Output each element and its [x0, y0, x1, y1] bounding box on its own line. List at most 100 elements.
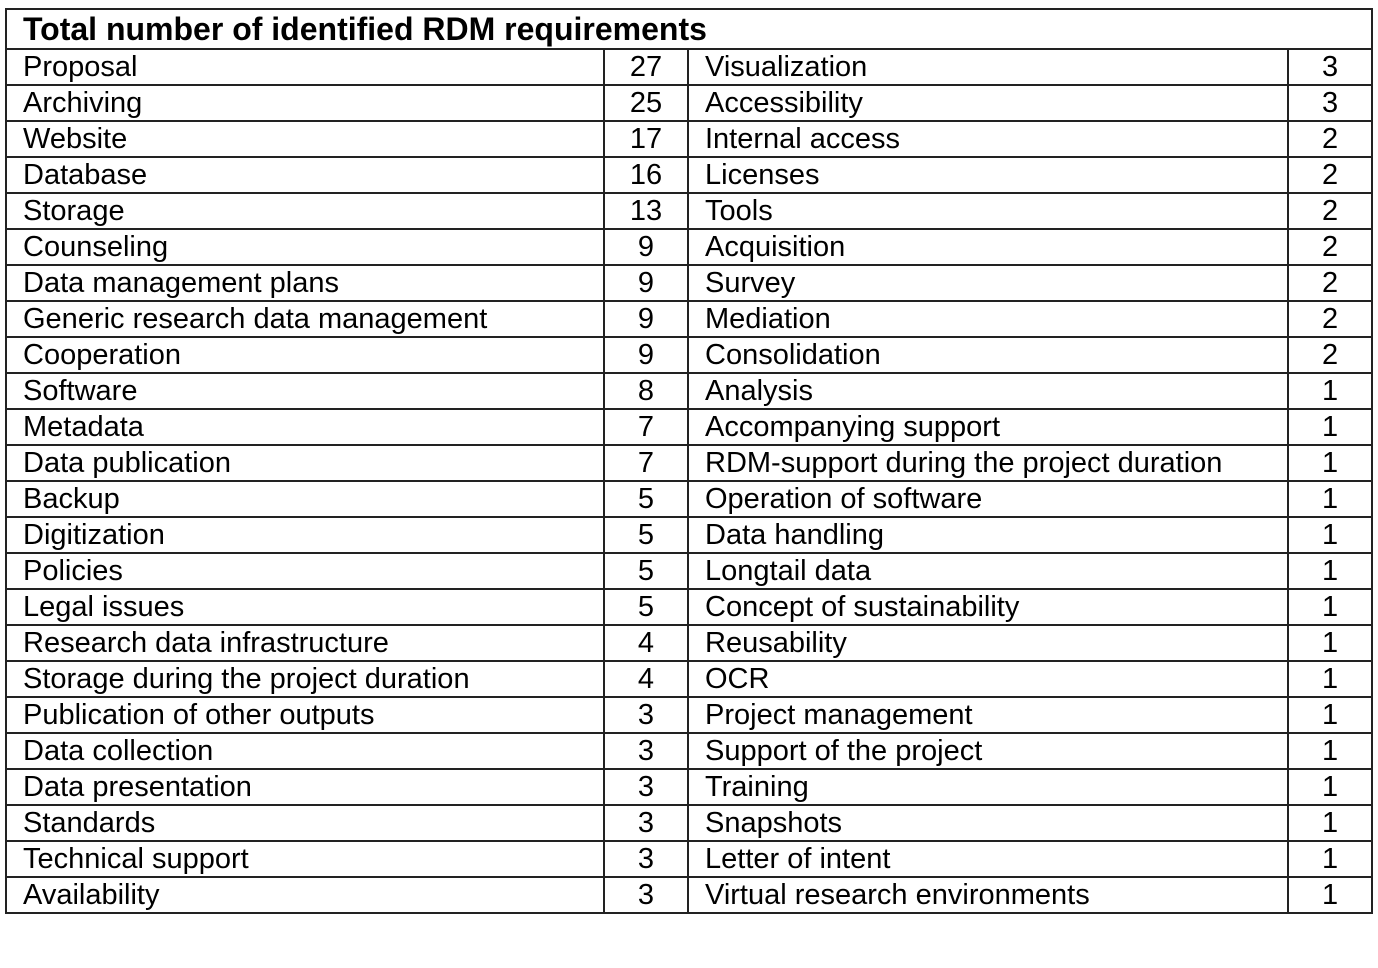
- right-count-cell: 2: [1286, 336, 1374, 374]
- left-count-cell: 9: [603, 264, 689, 302]
- table-row: Backup 5 Operation of software 1: [5, 480, 1374, 518]
- right-category-cell: Letter of intent: [687, 840, 1289, 878]
- left-count-cell: 3: [603, 732, 689, 770]
- left-category-cell: Standards: [5, 804, 605, 842]
- right-count-cell: 1: [1286, 660, 1374, 698]
- right-count-cell: 1: [1286, 840, 1374, 878]
- left-category-cell: Storage: [5, 192, 605, 230]
- right-category-cell: Accompanying support: [687, 408, 1289, 446]
- right-category-cell: Training: [687, 768, 1289, 806]
- left-category-cell: Backup: [5, 480, 605, 518]
- right-category-cell: Longtail data: [687, 552, 1289, 590]
- left-count-cell: 16: [603, 156, 689, 194]
- right-count-cell: 2: [1286, 192, 1374, 230]
- table-row: Storage 13 Tools 2: [5, 192, 1374, 230]
- table-row: Website 17 Internal access 2: [5, 120, 1374, 158]
- requirements-table-container: Total number of identified RDM requireme…: [4, 8, 1374, 914]
- left-count-cell: 9: [603, 228, 689, 266]
- left-count-cell: 5: [603, 516, 689, 554]
- left-category-cell: Website: [5, 120, 605, 158]
- right-count-cell: 1: [1286, 444, 1374, 482]
- left-count-cell: 13: [603, 192, 689, 230]
- right-count-cell: 1: [1286, 588, 1374, 626]
- table-row: Counseling 9 Acquisition 2: [5, 228, 1374, 266]
- right-count-cell: 1: [1286, 696, 1374, 734]
- right-count-cell: 1: [1286, 804, 1374, 842]
- left-category-cell: Availability: [5, 876, 605, 914]
- left-category-cell: Technical support: [5, 840, 605, 878]
- table-row: Database 16 Licenses 2: [5, 156, 1374, 194]
- table-row: Digitization 5 Data handling 1: [5, 516, 1374, 554]
- left-category-cell: Policies: [5, 552, 605, 590]
- table-row: Storage during the project duration 4 OCR 1: [5, 660, 1374, 698]
- right-category-cell: Concept of sustainability: [687, 588, 1289, 626]
- table-row: Legal issues 5 Concept of sustainability 1: [5, 588, 1374, 626]
- table-row: Research data infrastructure 4 Reusability…: [5, 624, 1374, 662]
- left-category-cell: Metadata: [5, 408, 605, 446]
- right-count-cell: 2: [1286, 156, 1374, 194]
- left-category-cell: Generic research data management: [5, 300, 605, 338]
- table-title: Total number of identified RDM requireme…: [4, 8, 1374, 50]
- right-category-cell: Snapshots: [687, 804, 1289, 842]
- right-category-cell: OCR: [687, 660, 1289, 698]
- table-row: Standards 3 Snapshots 1: [5, 804, 1374, 842]
- right-count-cell: 2: [1286, 120, 1374, 158]
- left-count-cell: 3: [603, 840, 689, 878]
- left-count-cell: 7: [603, 444, 689, 482]
- left-count-cell: 3: [603, 696, 689, 734]
- right-count-cell: 1: [1286, 408, 1374, 446]
- right-category-cell: Survey: [687, 264, 1289, 302]
- table-row: Metadata 7 Accompanying support 1: [5, 408, 1374, 446]
- right-category-cell: RDM-support during the project duration: [687, 444, 1289, 482]
- left-count-cell: 5: [603, 552, 689, 590]
- left-category-cell: Cooperation: [5, 336, 605, 374]
- right-count-cell: 1: [1286, 624, 1374, 662]
- right-category-cell: Internal access: [687, 120, 1289, 158]
- left-category-cell: Software: [5, 372, 605, 410]
- left-count-cell: 8: [603, 372, 689, 410]
- left-count-cell: 9: [603, 300, 689, 338]
- table-row: Archiving 25 Accessibility 3: [5, 84, 1374, 122]
- right-category-cell: Operation of software: [687, 480, 1289, 518]
- table-row: Generic research data management 9 Mediati…: [5, 300, 1374, 338]
- left-count-cell: 3: [603, 804, 689, 842]
- left-category-cell: Data collection: [5, 732, 605, 770]
- right-count-cell: 1: [1286, 552, 1374, 590]
- left-count-cell: 4: [603, 624, 689, 662]
- right-count-cell: 1: [1286, 732, 1374, 770]
- left-count-cell: 17: [603, 120, 689, 158]
- table-row: Data management plans 9 Survey 2: [5, 264, 1374, 302]
- table-row: Data presentation 3 Training 1: [5, 768, 1374, 806]
- right-count-cell: 1: [1286, 876, 1374, 914]
- left-category-cell: Data management plans: [5, 264, 605, 302]
- requirements-table: Total number of identified RDM requireme…: [4, 8, 1374, 914]
- left-count-cell: 25: [603, 84, 689, 122]
- right-category-cell: Visualization: [687, 48, 1289, 86]
- left-count-cell: 3: [603, 876, 689, 914]
- right-category-cell: Data handling: [687, 516, 1289, 554]
- left-count-cell: 7: [603, 408, 689, 446]
- right-count-cell: 3: [1286, 48, 1374, 86]
- table-row: Availability 3 Virtual research environmen…: [5, 876, 1374, 914]
- right-count-cell: 2: [1286, 228, 1374, 266]
- left-category-cell: Counseling: [5, 228, 605, 266]
- right-count-cell: 2: [1286, 300, 1374, 338]
- right-count-cell: 1: [1286, 480, 1374, 518]
- left-count-cell: 5: [603, 588, 689, 626]
- table-row: Data publication 7 RDM-support during the …: [5, 444, 1374, 482]
- right-category-cell: Accessibility: [687, 84, 1289, 122]
- table-row: Cooperation 9 Consolidation 2: [5, 336, 1374, 374]
- table-row: Policies 5 Longtail data 1: [5, 552, 1374, 590]
- left-category-cell: Storage during the project duration: [5, 660, 605, 698]
- left-category-cell: Legal issues: [5, 588, 605, 626]
- right-count-cell: 2: [1286, 264, 1374, 302]
- table-title-row: Total number of identified RDM requireme…: [4, 8, 1374, 50]
- table-row: Data collection 3 Support of the project 1: [5, 732, 1374, 770]
- right-count-cell: 3: [1286, 84, 1374, 122]
- left-category-cell: Digitization: [5, 516, 605, 554]
- left-category-cell: Archiving: [5, 84, 605, 122]
- right-count-cell: 1: [1286, 372, 1374, 410]
- right-category-cell: Project management: [687, 696, 1289, 734]
- left-count-cell: 27: [603, 48, 689, 86]
- left-count-cell: 4: [603, 660, 689, 698]
